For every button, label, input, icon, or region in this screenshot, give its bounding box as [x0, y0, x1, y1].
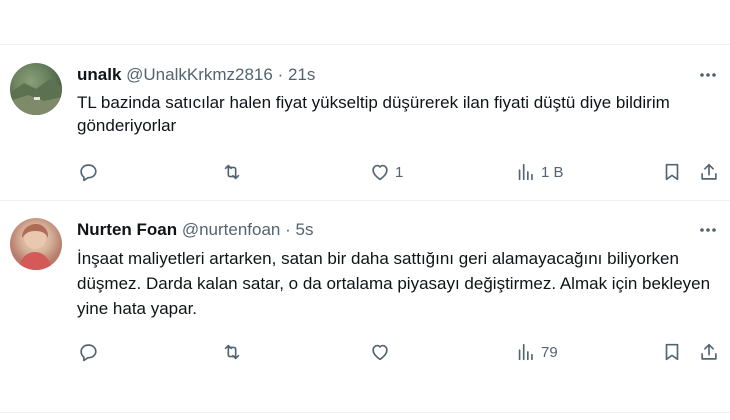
- retweet-button[interactable]: [221, 160, 247, 184]
- more-icon[interactable]: [696, 218, 720, 242]
- display-name[interactable]: Nurten Foan: [77, 220, 177, 239]
- tweet-actions: 1 1 B: [0, 160, 730, 184]
- separator: ·: [277, 65, 284, 84]
- retweet-icon: [224, 344, 240, 360]
- divider: [0, 200, 730, 201]
- share-button[interactable]: [698, 160, 720, 184]
- like-button[interactable]: 1: [369, 160, 403, 184]
- like-count: 1: [395, 163, 404, 181]
- share-button[interactable]: [698, 340, 720, 364]
- avatar[interactable]: [10, 63, 62, 115]
- separator: ·: [285, 220, 291, 239]
- share-icon: [701, 163, 717, 180]
- more-icon[interactable]: [696, 63, 720, 87]
- tweet-feed: unalk @UnalkKrkmz2816 · 21s TL bazinda s…: [0, 0, 730, 420]
- tweet-actions: 79: [0, 340, 730, 364]
- share-icon: [701, 343, 717, 360]
- bookmark-button[interactable]: [661, 340, 683, 364]
- view-count: 79: [541, 343, 558, 361]
- bookmark-button[interactable]: [661, 160, 683, 184]
- retweet-icon: [224, 164, 240, 180]
- views-icon: [518, 163, 533, 181]
- like-button[interactable]: [369, 340, 395, 364]
- reply-icon: [80, 344, 97, 362]
- tweet-text: İnşaat maliyetleri artarken, satan bir d…: [77, 249, 711, 318]
- reply-button[interactable]: [77, 160, 103, 184]
- retweet-button[interactable]: [221, 340, 247, 364]
- avatar[interactable]: [10, 218, 62, 270]
- tweet-header: Nurten Foan @nurtenfoan · 5s: [77, 218, 314, 242]
- views-button[interactable]: 79: [515, 340, 558, 364]
- views-button[interactable]: 1 B: [515, 160, 564, 184]
- tweet-1[interactable]: unalk @UnalkKrkmz2816 · 21s TL bazinda s…: [0, 63, 730, 198]
- bookmark-icon: [665, 343, 679, 361]
- like-icon: [372, 164, 388, 181]
- avatar-landscape-icon: [10, 79, 62, 115]
- user-handle[interactable]: @UnalkKrkmz2816: [126, 65, 273, 84]
- views-icon: [518, 343, 533, 361]
- timestamp[interactable]: 5s: [296, 220, 314, 239]
- user-handle[interactable]: @nurtenfoan: [182, 220, 281, 239]
- tweet-2[interactable]: Nurten Foan @nurtenfoan · 5s İnşaat mali…: [0, 218, 730, 408]
- divider: [0, 44, 730, 45]
- timestamp[interactable]: 21s: [288, 65, 315, 84]
- display-name[interactable]: unalk: [77, 65, 121, 84]
- bookmark-icon: [665, 163, 679, 181]
- reply-icon: [80, 164, 97, 182]
- tweet-text: TL bazinda satıcılar halen fiyat yükselt…: [77, 93, 670, 135]
- divider: [0, 412, 730, 413]
- view-count: 1 B: [541, 163, 564, 181]
- avatar-portrait-icon: [18, 224, 52, 270]
- tweet-header: unalk @UnalkKrkmz2816 · 21s: [77, 63, 315, 87]
- reply-button[interactable]: [77, 340, 103, 364]
- like-icon: [372, 344, 388, 361]
